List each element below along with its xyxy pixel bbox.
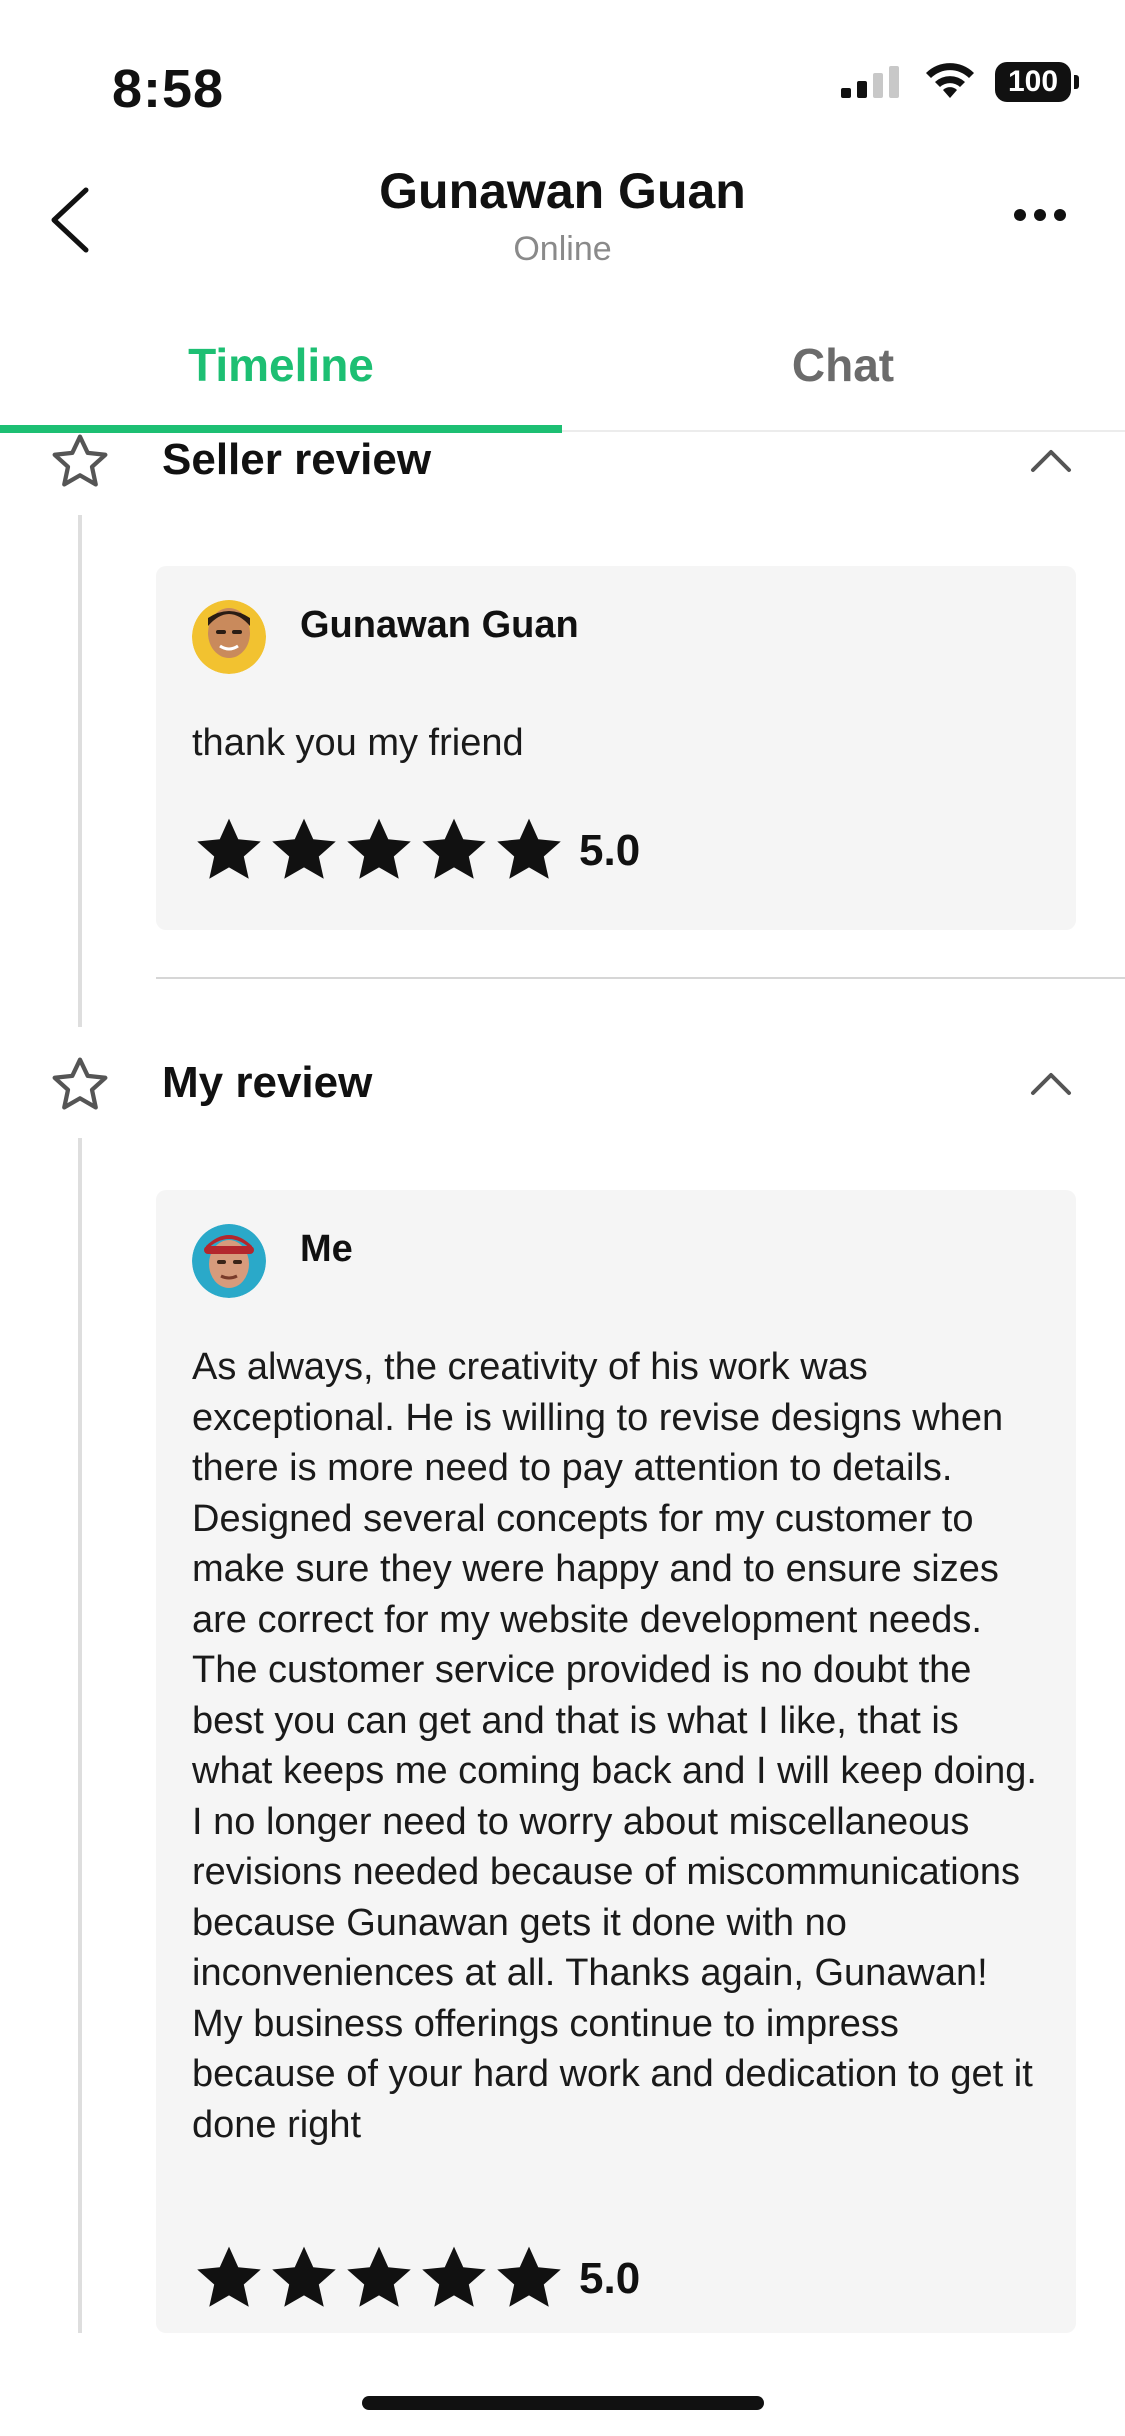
- rating-value: 5.0: [579, 826, 641, 875]
- star-filled-icon: [422, 818, 486, 879]
- review-text: As always, the creativity of his work wa…: [192, 1346, 1037, 2146]
- avatar: [192, 600, 266, 674]
- home-indicator[interactable]: [362, 2396, 764, 2410]
- star-filled-icon: [272, 818, 336, 879]
- tab-timeline[interactable]: Timeline: [0, 300, 562, 430]
- star-filled-icon: [197, 2246, 261, 2307]
- section-divider: [156, 977, 1125, 979]
- tab-chat[interactable]: Chat: [562, 300, 1124, 430]
- section-title-seller-review: Seller review: [162, 435, 432, 484]
- timeline-connector: [78, 1138, 82, 2333]
- star-outline-icon: [52, 434, 108, 487]
- contact-status: Online: [513, 230, 612, 268]
- chevron-up-icon[interactable]: [1025, 436, 1077, 488]
- rating-value: 5.0: [579, 2254, 641, 2303]
- cellular-signal-icon: [841, 66, 899, 98]
- avatar: [192, 1224, 266, 1298]
- star-filled-icon: [272, 2246, 336, 2307]
- star-filled-icon: [347, 818, 411, 879]
- chat-header: Gunawan Guan Online: [0, 150, 1125, 280]
- timeline-connector: [78, 515, 82, 1027]
- star-filled-icon: [422, 2246, 486, 2307]
- status-time: 8:58: [112, 59, 225, 119]
- status-icons: 100: [839, 62, 1079, 102]
- star-filled-icon: [497, 818, 561, 879]
- my-review-card: Me As always, the creativity of his work…: [156, 1190, 1076, 2333]
- seller-review-card: Gunawan Guan thank you my friend 5.0: [156, 566, 1076, 930]
- review-author: Gunawan Guan: [300, 604, 579, 646]
- star-rating: 5.0: [192, 2242, 640, 2316]
- status-bar: 8:58 100: [0, 0, 1125, 150]
- star-filled-icon: [497, 2246, 561, 2307]
- chevron-up-icon[interactable]: [1025, 1059, 1077, 1111]
- more-options-icon[interactable]: [1005, 190, 1075, 240]
- tab-bar: Timeline Chat: [0, 300, 1125, 433]
- contact-name: Gunawan Guan: [379, 163, 746, 219]
- review-text: thank you my friend: [192, 722, 524, 764]
- wifi-icon: [926, 63, 974, 98]
- star-outline-icon: [52, 1057, 108, 1110]
- header-title-block: Gunawan Guan Online: [0, 162, 1125, 269]
- star-filled-icon: [347, 2246, 411, 2307]
- review-author: Me: [300, 1228, 353, 1270]
- section-title-my-review: My review: [162, 1058, 373, 1107]
- star-rating: 5.0: [192, 814, 640, 888]
- battery-icon: 100: [995, 62, 1079, 102]
- star-filled-icon: [197, 818, 261, 879]
